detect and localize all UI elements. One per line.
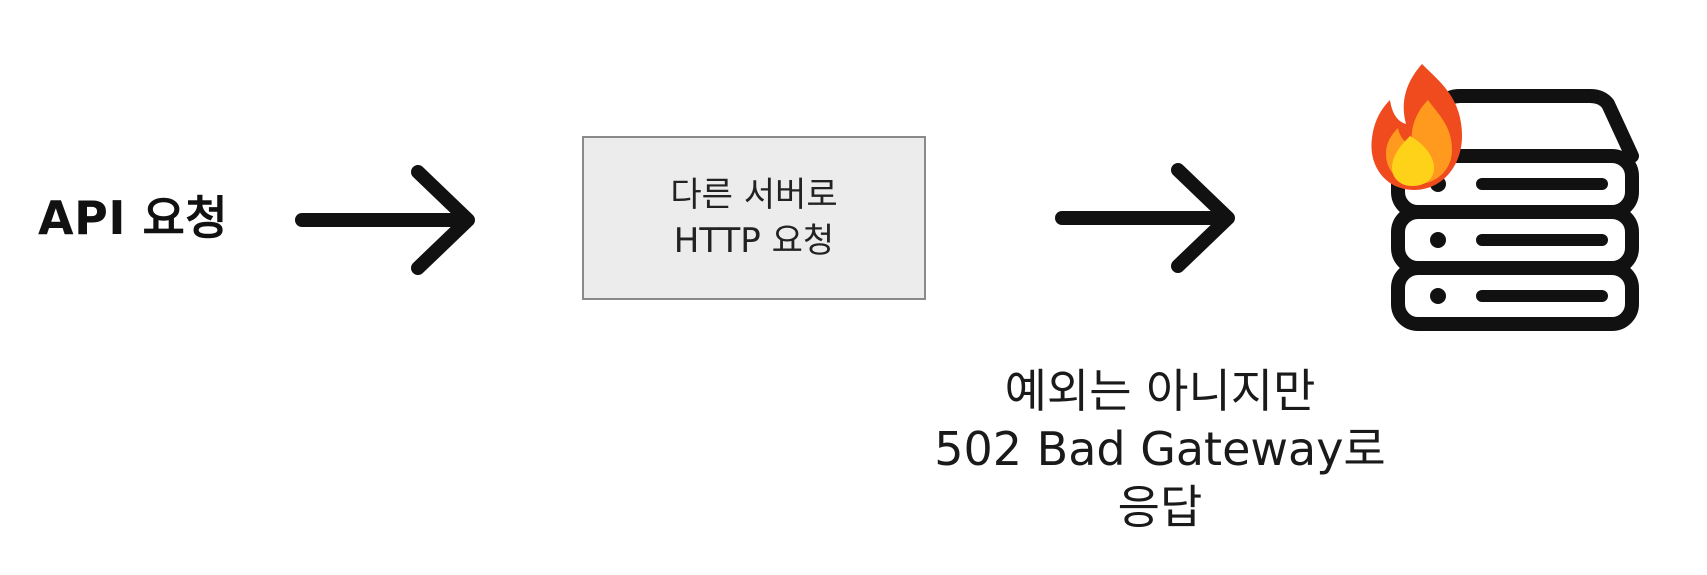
response-line-1: 예외는 아니지만	[1004, 364, 1316, 418]
response-line-3: 응답	[1117, 480, 1203, 534]
arrow-right-icon	[295, 165, 475, 275]
response-caption: 예외는 아니지만 502 Bad Gateway로 응답	[880, 362, 1440, 536]
http-request-box: 다른 서버로 HTTP 요청	[582, 136, 926, 300]
request-box-line-2: HTTP 요청	[673, 221, 835, 261]
fire-icon	[1371, 64, 1462, 190]
server-rack-icon	[1371, 64, 1639, 331]
diagram: API 요청 다른 서버로 HTTP 요청 예외는 아니지만 502 Bad G…	[0, 0, 1707, 575]
arrow-right-icon	[1055, 163, 1235, 273]
response-line-2: 502 Bad Gateway로	[934, 422, 1386, 476]
api-request-label: API 요청	[38, 191, 229, 245]
request-box-line-1: 다른 서버로	[670, 175, 838, 215]
